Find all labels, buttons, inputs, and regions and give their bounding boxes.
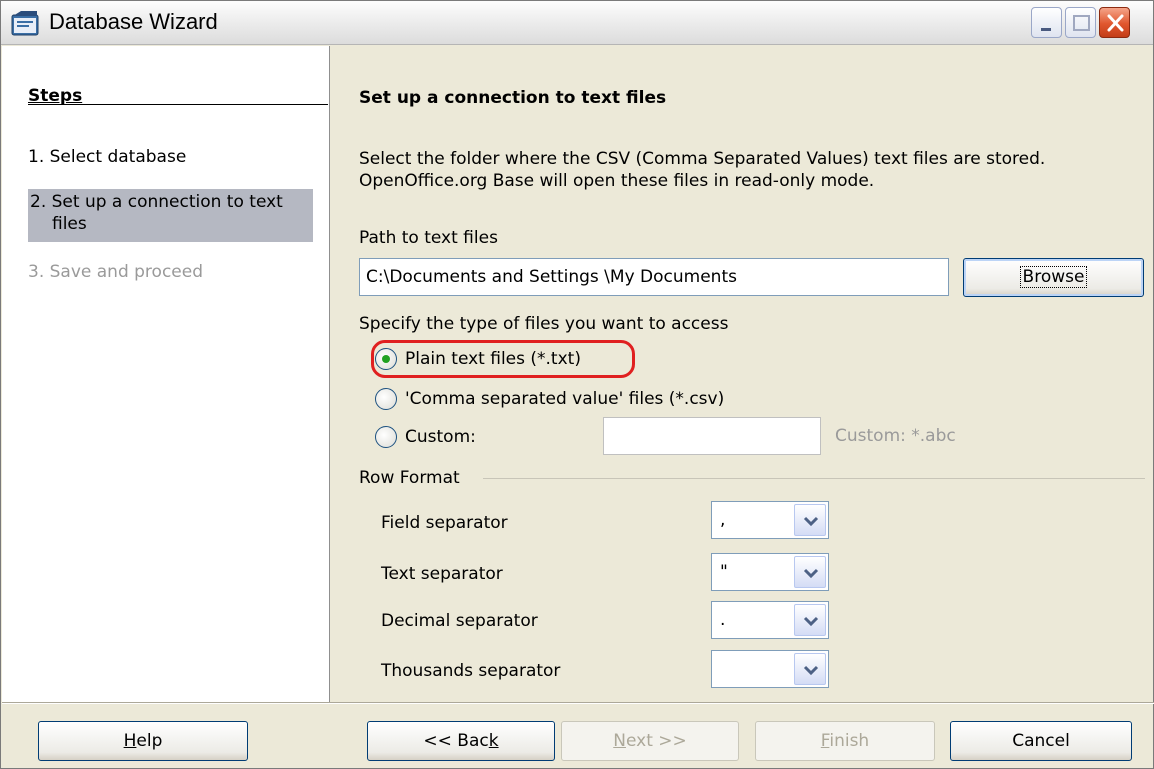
browse-button[interactable]: Browse <box>963 258 1144 297</box>
maximize-button[interactable] <box>1065 7 1096 38</box>
chevron-down-icon <box>803 665 819 676</box>
browse-button-label: Browse <box>1019 266 1088 288</box>
radio-button[interactable] <box>375 388 397 410</box>
radio-label: Plain text files (*.txt) <box>405 349 581 369</box>
thousands-separator-select[interactable] <box>711 650 829 688</box>
field-separator-select[interactable]: , <box>711 501 829 539</box>
back-label-key: k <box>488 731 499 751</box>
cancel-button[interactable]: Cancel <box>950 721 1132 761</box>
dropdown-button[interactable] <box>794 556 826 588</box>
back-button[interactable]: << Back <box>367 721 555 761</box>
title-bar[interactable]: Database Wizard <box>1 1 1153 45</box>
text-separator-value: " <box>720 562 728 582</box>
path-label: Path to text files <box>359 228 498 248</box>
custom-hint: Custom: *.abc <box>835 426 956 446</box>
step-label-line1: 2. Set up a connection to text <box>30 192 283 212</box>
chevron-down-icon <box>803 568 819 579</box>
row-format-label: Row Format <box>359 468 460 488</box>
radio-button-checked[interactable] <box>375 348 397 370</box>
back-label-pre: << Bac <box>423 731 489 751</box>
description-line2: OpenOffice.org Base will open these file… <box>359 171 875 191</box>
file-type-label: Specify the type of files you want to ac… <box>359 314 729 334</box>
steps-divider <box>28 104 328 105</box>
decimal-separator-value: . <box>720 610 726 630</box>
help-label-key: H <box>123 731 137 751</box>
next-label-post: ext >> <box>625 731 687 751</box>
help-button[interactable]: Help <box>38 721 248 761</box>
description: Select the folder where the CSV (Comma S… <box>359 148 1045 192</box>
row-format-divider <box>483 478 1145 479</box>
decimal-separator-label: Decimal separator <box>381 611 538 631</box>
radio-button[interactable] <box>375 426 397 448</box>
thousands-separator-label: Thousands separator <box>381 661 561 681</box>
step-save-and-proceed: 3. Save and proceed <box>28 262 204 282</box>
custom-extension-input[interactable] <box>603 417 821 455</box>
chevron-down-icon <box>803 616 819 627</box>
field-separator-value: , <box>720 510 726 530</box>
step-select-database[interactable]: 1. Select database <box>28 146 186 168</box>
minimize-icon <box>1041 28 1051 31</box>
button-bar-divider <box>2 702 1154 704</box>
text-separator-label: Text separator <box>381 564 503 584</box>
dropdown-button[interactable] <box>794 504 826 536</box>
main-panel: Set up a connection to text files Select… <box>331 46 1153 702</box>
finish-button[interactable]: Finish <box>755 721 935 761</box>
description-line1: Select the folder where the CSV (Comma S… <box>359 149 1046 169</box>
help-label-post: elp <box>136 731 163 751</box>
steps-sidebar: Steps 1. Select database 2. Set up a con… <box>2 46 330 702</box>
step-set-up-connection[interactable]: 2. Set up a connection to text files <box>28 189 313 242</box>
minimize-button[interactable] <box>1031 7 1062 38</box>
step-label-line2: files <box>52 214 87 234</box>
text-separator-select[interactable]: " <box>711 553 829 591</box>
window-title: Database Wizard <box>49 9 218 34</box>
finish-label-post: inish <box>829 731 870 751</box>
page-title: Set up a connection to text files <box>359 88 667 108</box>
radio-label: 'Comma separated value' files (*.csv) <box>405 389 725 409</box>
next-button[interactable]: Next >> <box>561 721 739 761</box>
database-wizard-window: Database Wizard Steps 1. Select database… <box>0 0 1154 769</box>
chevron-down-icon <box>803 516 819 527</box>
next-label-key: N <box>613 731 626 751</box>
path-input[interactable]: C:\Documents and Settings \My Documents <box>359 258 949 296</box>
dropdown-button[interactable] <box>794 604 826 636</box>
field-separator-label: Field separator <box>381 513 508 533</box>
database-wizard-icon <box>11 11 39 36</box>
steps-heading: Steps <box>28 86 83 106</box>
decimal-separator-select[interactable]: . <box>711 601 829 639</box>
maximize-icon <box>1073 15 1090 31</box>
close-button[interactable] <box>1099 7 1130 38</box>
close-icon <box>1107 14 1124 32</box>
dropdown-button[interactable] <box>794 653 826 685</box>
radio-label: Custom: <box>405 427 476 447</box>
